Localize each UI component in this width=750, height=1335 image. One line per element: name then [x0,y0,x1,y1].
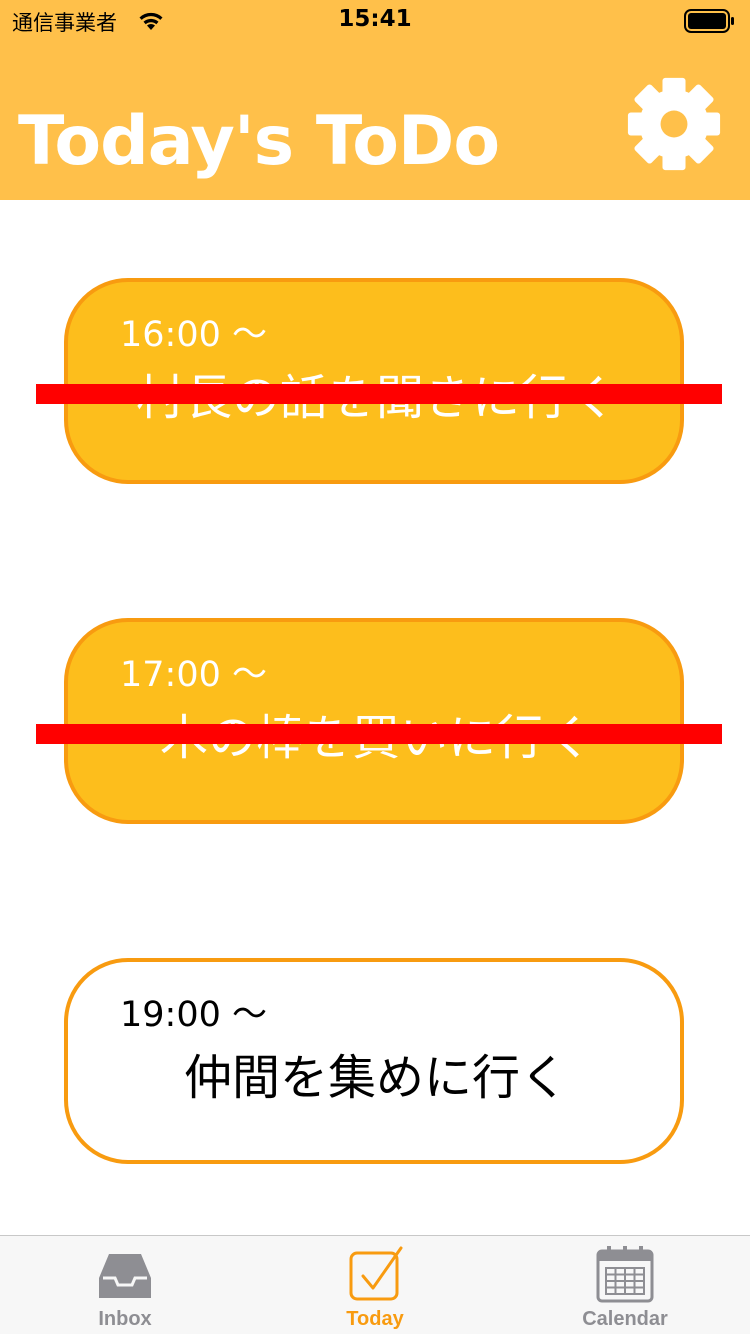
status-time: 15:41 [338,6,412,32]
tab-calendar[interactable]: Calendar [500,1236,750,1335]
task-list: 16:00 ～ 村長の話を聞きに行く 17:00 ～ 木の棒を買いに行く 19:… [0,200,750,1235]
calendar-icon [596,1246,654,1303]
inbox-icon [99,1254,151,1298]
task-title: 仲間を集めに行く [183,1050,568,1106]
completed-strike-line [36,384,722,404]
tab-inbox[interactable]: Inbox [0,1236,250,1335]
task-card[interactable]: 16:00 ～ 村長の話を聞きに行く [36,278,722,484]
task-time: 16:00 ～ [120,315,267,355]
tab-label: Today [346,1308,404,1330]
task-time: 19:00 ～ [120,995,267,1035]
page-title: Today's ToDo [18,102,500,181]
tab-today[interactable]: Today [250,1236,500,1335]
completed-strike-line [36,724,722,744]
tab-bar: Inbox Today Calendar [0,1235,750,1334]
gear-icon[interactable] [626,76,722,172]
tab-label: Inbox [98,1308,152,1330]
task-card[interactable]: 19:00 ～ 仲間を集めに行く [64,958,684,1164]
checkbox-icon [349,1246,403,1301]
battery-icon [684,9,734,33]
nav-bar: Today's ToDo [0,40,750,200]
task-card[interactable]: 17:00 ～ 木の棒を買いに行く [36,618,722,824]
status-bar: 通信事業者 15:41 [0,0,750,40]
tab-label: Calendar [582,1308,668,1330]
task-time: 17:00 ～ [120,655,267,695]
